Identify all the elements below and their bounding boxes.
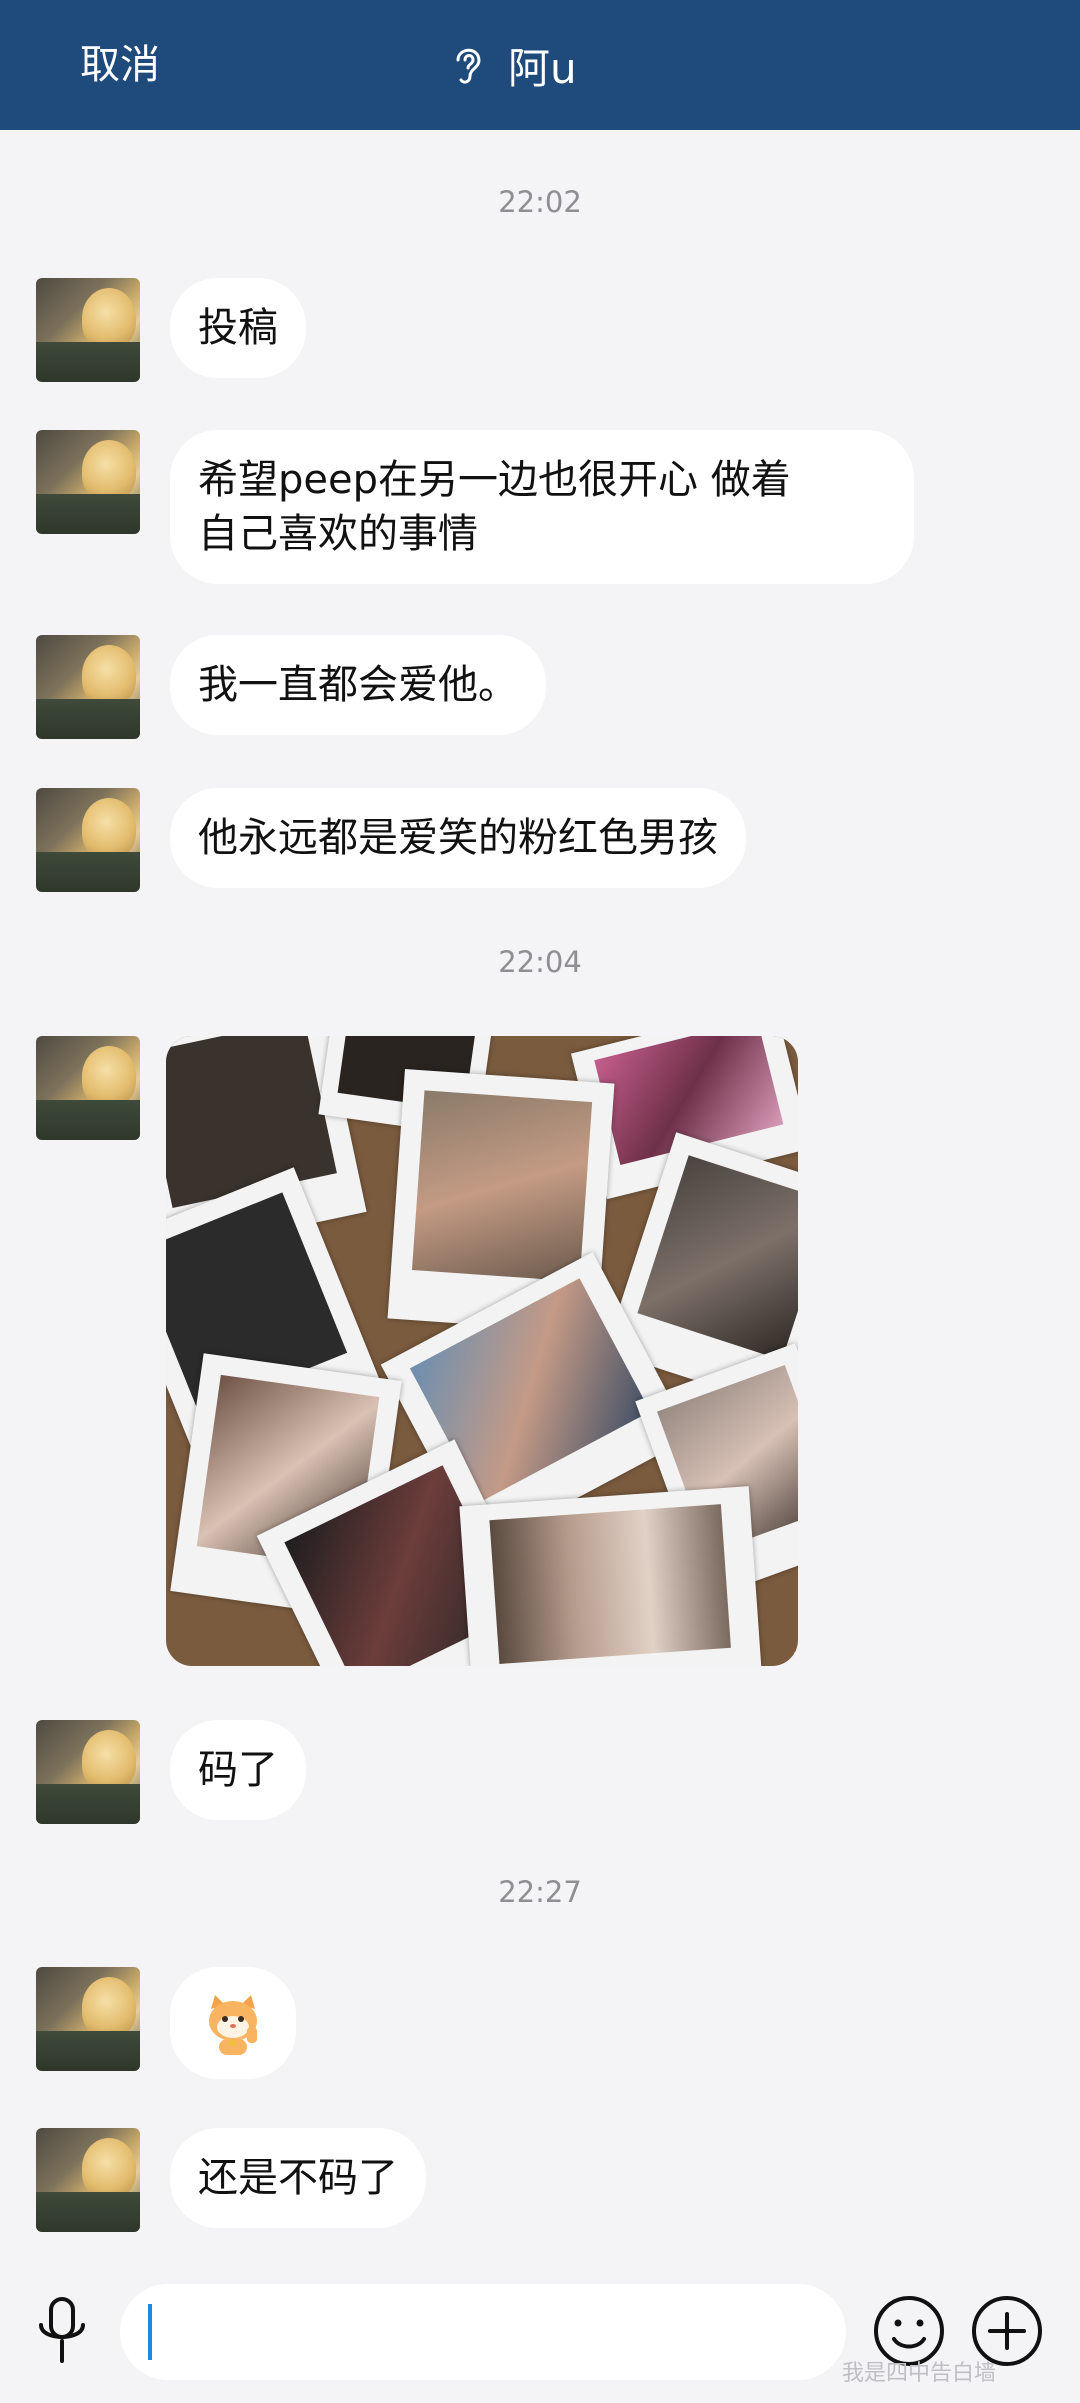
- cat-sticker-icon: [209, 1995, 257, 2055]
- message-text: 我一直都会爱他。: [198, 662, 518, 708]
- photo-message[interactable]: [166, 1036, 798, 1666]
- message-bubble[interactable]: 投稿: [170, 278, 306, 378]
- ear-icon[interactable]: [448, 42, 488, 88]
- microphone-icon[interactable]: [34, 2295, 90, 2367]
- top-bar: 取消 阿u: [0, 0, 1080, 130]
- message-bubble[interactable]: 码了: [170, 1720, 306, 1820]
- chat-title-area: 阿u: [448, 0, 577, 130]
- cancel-button[interactable]: 取消: [80, 0, 160, 130]
- chat-title: 阿u: [508, 43, 577, 93]
- message-input[interactable]: [120, 2284, 846, 2380]
- avatar[interactable]: [36, 278, 140, 382]
- message-bubble[interactable]: 还是不码了: [170, 2128, 426, 2228]
- message-composer: 我是四中告白墙: [0, 2260, 1080, 2403]
- message-bubble[interactable]: 我一直都会爱他。: [170, 635, 546, 735]
- avatar[interactable]: [36, 1967, 140, 2071]
- sticker-message[interactable]: [170, 1967, 296, 2079]
- timestamp: 22:02: [498, 185, 582, 219]
- message-text: 他永远都是爱笑的粉红色男孩: [198, 815, 718, 861]
- avatar[interactable]: [36, 788, 140, 892]
- avatar[interactable]: [36, 635, 140, 739]
- avatar[interactable]: [36, 1036, 140, 1140]
- watermark: 我是四中告白墙: [842, 2361, 997, 2386]
- timestamp: 22:27: [498, 1875, 582, 1909]
- message-bubble[interactable]: 他永远都是爱笑的粉红色男孩: [170, 788, 746, 888]
- message-text-line: 希望peep在另一边也很开心 做着: [198, 457, 791, 503]
- text-caret: [148, 2304, 152, 2360]
- avatar[interactable]: [36, 430, 140, 534]
- polaroid: [459, 1486, 763, 1666]
- message-text: 投稿: [198, 305, 278, 351]
- message-bubble[interactable]: 希望peep在另一边也很开心 做着 自己喜欢的事情: [170, 430, 914, 584]
- avatar[interactable]: [36, 1720, 140, 1824]
- message-text: 还是不码了: [198, 2155, 398, 2201]
- avatar[interactable]: [36, 2128, 140, 2232]
- timestamp: 22:04: [498, 945, 582, 979]
- message-text-line: 自己喜欢的事情: [198, 511, 478, 557]
- message-list[interactable]: 22:02 投稿 希望peep在另一边也很开心 做着 自己喜欢的事情 我一直都会…: [0, 130, 1080, 2260]
- message-text: 码了: [198, 1747, 278, 1793]
